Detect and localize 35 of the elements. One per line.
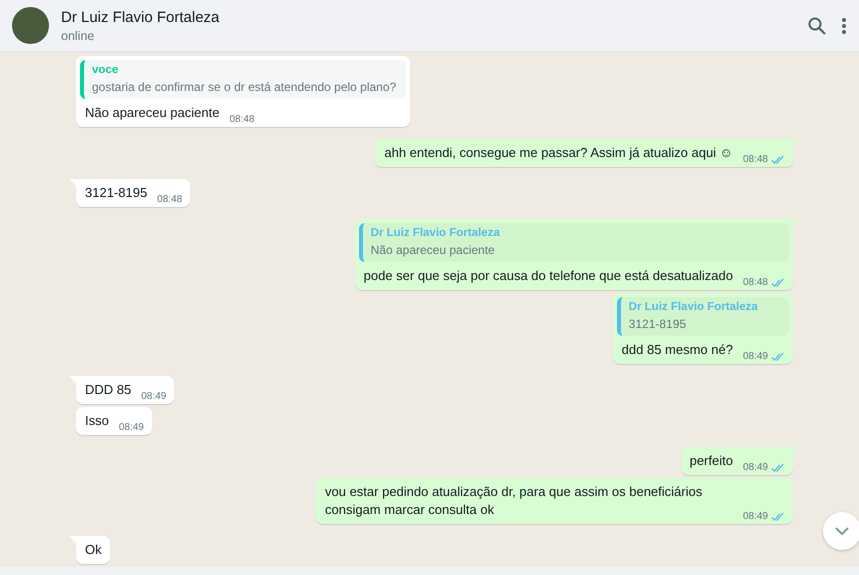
- quoted-message[interactable]: Dr Luiz Flavio Fortaleza Não apareceu paciente: [358, 223, 789, 262]
- message-text: Não apareceu paciente: [85, 104, 220, 122]
- message-time: 08:49: [742, 351, 768, 362]
- message-time: 08:48: [742, 154, 768, 165]
- message-time: 08:48: [742, 277, 768, 288]
- message-text: vou estar pedindo atualização dr, para que assim os beneficiários consigam marcar consulta ok: [325, 483, 704, 519]
- message-time: 08:48: [157, 194, 182, 205]
- message-time: 08:49: [118, 422, 144, 433]
- message-text: ddd 85 mesmo né?: [622, 341, 733, 359]
- message-text: Ok: [85, 541, 102, 559]
- message-text: Isso: [85, 412, 109, 430]
- contact-status: online: [61, 28, 96, 42]
- message-text: perfeito: [690, 452, 733, 470]
- contact-name[interactable]: Dr Luiz Flavio Fortaleza: [61, 8, 793, 26]
- message-text: 3121-8195: [85, 184, 148, 202]
- quote-text: Não apareceu paciente: [370, 243, 496, 257]
- message-text: pode ser que seja por causa do telefone que está desatualizado: [364, 267, 733, 285]
- quote-author: voce: [92, 64, 120, 76]
- message-time: 08:49: [141, 391, 166, 402]
- quote-author: Dr Luiz Flavio Fortaleza: [370, 227, 501, 239]
- scroll-down-button[interactable]: [823, 512, 859, 550]
- quoted-message[interactable]: voce gostaria de confirmar se o dr está atendendo pelo plano?: [80, 60, 406, 99]
- message-time: 08:49: [742, 511, 768, 522]
- menu-icon[interactable]: [841, 16, 847, 36]
- search-icon[interactable]: [807, 16, 827, 36]
- message-text: DDD 85: [85, 381, 132, 399]
- quoted-message[interactable]: Dr Luiz Flavio Fortaleza 3121-8195: [616, 297, 789, 336]
- message-time: 08:48: [229, 114, 254, 125]
- message-text: ahh entendi, consegue me passar? Assim já atualizo aqui ☺: [384, 144, 733, 162]
- quote-text: gostaria de confirmar se o dr está atendendo pelo plano?: [92, 80, 396, 94]
- quote-text: 3121-8195: [628, 317, 688, 331]
- chevron-down-icon: [834, 526, 850, 536]
- contact-avatar[interactable]: [12, 7, 49, 44]
- quote-author: Dr Luiz Flavio Fortaleza: [628, 301, 759, 313]
- message-time: 08:49: [742, 462, 768, 473]
